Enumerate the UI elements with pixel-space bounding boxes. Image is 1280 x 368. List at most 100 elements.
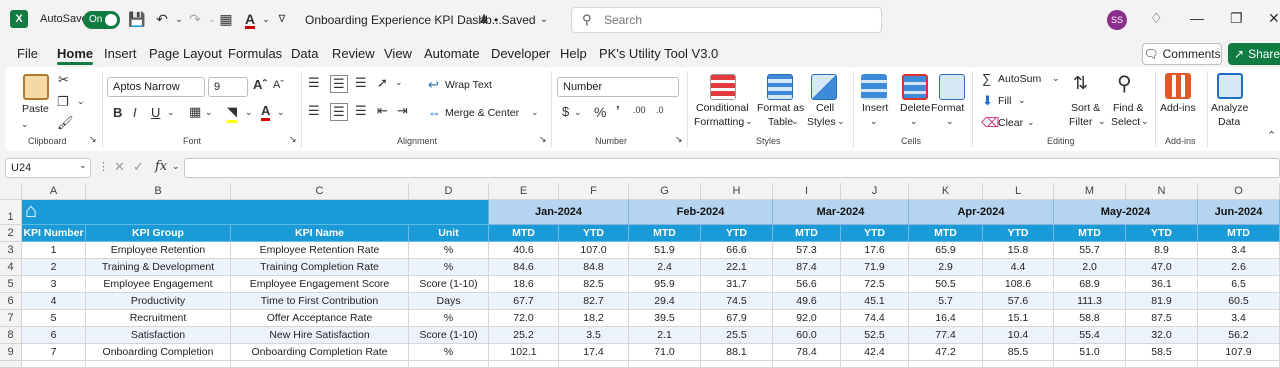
cell-mtd-value[interactable]: 57.3 bbox=[773, 242, 841, 259]
cell-ytd-value[interactable]: 57.6 bbox=[983, 293, 1054, 310]
tab-data[interactable]: Data bbox=[291, 46, 318, 61]
sort-filter-label-2[interactable]: Filter bbox=[1069, 116, 1092, 128]
clipboard-launcher-icon[interactable]: ↘ bbox=[89, 134, 97, 145]
sort-filter-dropdown-icon[interactable]: ⌄ bbox=[1098, 116, 1106, 127]
empty-cell[interactable] bbox=[701, 361, 773, 368]
cell-mtd-value[interactable]: 72.0 bbox=[489, 310, 559, 327]
orientation-dropdown-icon[interactable]: ⌄ bbox=[395, 77, 403, 88]
insert-function-icon[interactable]: fx bbox=[155, 159, 167, 174]
analyze-data-icon[interactable] bbox=[1217, 73, 1243, 99]
cell-mtd-value[interactable]: 71.0 bbox=[629, 344, 701, 361]
cell-mtd-value[interactable]: 2.1 bbox=[629, 327, 701, 344]
saved-dropdown-icon[interactable]: ⌄ bbox=[534, 9, 554, 29]
cell-unit[interactable]: Days bbox=[409, 293, 489, 310]
cell-ytd-value[interactable]: 22.1 bbox=[701, 259, 773, 276]
fill-color-dropdown-icon[interactable]: ⌄ bbox=[245, 107, 253, 118]
paste-label[interactable]: Paste bbox=[22, 103, 49, 115]
cell-ytd-value[interactable]: 25.5 bbox=[701, 327, 773, 344]
number-format-dropdown[interactable]: Number bbox=[557, 77, 679, 97]
cell-kpi-name[interactable]: Employee Engagement Score bbox=[231, 276, 409, 293]
font-name-dropdown[interactable]: Aptos Narrow bbox=[107, 77, 205, 97]
cell-ytd-value[interactable]: 17.4 bbox=[559, 344, 629, 361]
underline-dropdown-icon[interactable]: ⌄ bbox=[167, 107, 175, 118]
cell-mtd-value[interactable]: 49.6 bbox=[773, 293, 841, 310]
autosave-toggle[interactable]: On bbox=[83, 11, 120, 29]
format-as-table-label-1[interactable]: Format as bbox=[757, 102, 804, 114]
currency-dropdown-icon[interactable]: ⌄ bbox=[574, 107, 582, 118]
cell-kpi-number[interactable]: 3 bbox=[22, 276, 86, 293]
italic-icon[interactable]: I bbox=[133, 105, 137, 120]
minimize-icon[interactable]: — bbox=[1190, 10, 1204, 26]
cell-ytd-value[interactable]: 47.0 bbox=[1126, 259, 1198, 276]
cell-mtd-value[interactable]: 60.5 bbox=[1198, 293, 1280, 310]
tab-view[interactable]: View bbox=[384, 46, 412, 61]
restore-icon[interactable]: ❐ bbox=[1230, 10, 1243, 27]
wrap-text-icon[interactable]: ↩ bbox=[428, 77, 439, 93]
clear-label[interactable]: Clear bbox=[998, 117, 1023, 129]
cell-mtd-value[interactable]: 95.9 bbox=[629, 276, 701, 293]
row-header-8[interactable]: 8 bbox=[0, 327, 22, 344]
comments-button[interactable]: 🗨 Comments bbox=[1142, 43, 1222, 65]
cell-ytd-value[interactable]: 32.0 bbox=[1126, 327, 1198, 344]
save-icon[interactable]: 💾 bbox=[127, 9, 147, 29]
tab-page-layout[interactable]: Page Layout bbox=[149, 46, 222, 61]
conditional-formatting-dropdown-icon[interactable]: ⌄ bbox=[745, 116, 753, 127]
cell-mtd-value[interactable]: 39.5 bbox=[629, 310, 701, 327]
row-header-4[interactable]: 4 bbox=[0, 259, 22, 276]
insert-label[interactable]: Insert bbox=[862, 102, 888, 114]
cell-kpi-number[interactable]: 5 bbox=[22, 310, 86, 327]
search-box[interactable]: ⚲ bbox=[571, 7, 882, 33]
delete-cells-icon[interactable] bbox=[902, 74, 928, 100]
row-header-1[interactable]: 1 bbox=[0, 200, 22, 225]
sort-filter-icon[interactable]: ⇅ bbox=[1073, 73, 1088, 94]
cell-ytd-value[interactable]: 107.0 bbox=[559, 242, 629, 259]
cell-ytd-value[interactable]: 31.7 bbox=[701, 276, 773, 293]
empty-cell[interactable] bbox=[909, 361, 983, 368]
cell-kpi-group[interactable]: Employee Retention bbox=[86, 242, 231, 259]
row-header-7[interactable]: 7 bbox=[0, 310, 22, 327]
cell-mtd-value[interactable]: 3.4 bbox=[1198, 242, 1280, 259]
cell-kpi-name[interactable]: Employee Retention Rate bbox=[231, 242, 409, 259]
cell-mtd-value[interactable]: 2.4 bbox=[629, 259, 701, 276]
sort-filter-label-1[interactable]: Sort & bbox=[1071, 102, 1100, 114]
font-launcher-icon[interactable]: ↘ bbox=[289, 134, 297, 145]
tab-file[interactable]: File bbox=[17, 46, 38, 61]
copy-dropdown-icon[interactable]: ⌄ bbox=[77, 96, 85, 107]
row-header-6[interactable]: 6 bbox=[0, 293, 22, 310]
column-header-g[interactable]: G bbox=[629, 183, 701, 200]
cell-ytd-value[interactable]: 71.9 bbox=[841, 259, 909, 276]
tab-automate[interactable]: Automate bbox=[424, 46, 480, 61]
cell-kpi-group[interactable]: Productivity bbox=[86, 293, 231, 310]
cell-mtd-value[interactable]: 6.5 bbox=[1198, 276, 1280, 293]
row-header-9[interactable]: 9 bbox=[0, 344, 22, 361]
cell-kpi-group[interactable]: Satisfaction bbox=[86, 327, 231, 344]
row-header-5[interactable]: 5 bbox=[0, 276, 22, 293]
cell-ytd-value[interactable]: 52.5 bbox=[841, 327, 909, 344]
cell-mtd-value[interactable]: 102.1 bbox=[489, 344, 559, 361]
currency-icon[interactable]: $ bbox=[562, 104, 569, 119]
cell-kpi-name[interactable]: Time to First Contribution bbox=[231, 293, 409, 310]
cell-styles-label-2[interactable]: Styles bbox=[807, 116, 836, 128]
conditional-formatting-icon[interactable] bbox=[710, 74, 736, 100]
column-header-a[interactable]: A bbox=[22, 183, 86, 200]
increase-font-icon[interactable]: Aˆ bbox=[253, 77, 267, 92]
orientation-icon[interactable]: ➚ bbox=[377, 75, 388, 91]
align-middle-icon[interactable]: ☰ bbox=[330, 75, 348, 93]
empty-cell[interactable] bbox=[86, 361, 231, 368]
column-header-f[interactable]: F bbox=[559, 183, 629, 200]
cell-kpi-group[interactable]: Employee Engagement bbox=[86, 276, 231, 293]
borders-icon[interactable]: ▦ bbox=[216, 9, 236, 29]
find-select-dropdown-icon[interactable]: ⌄ bbox=[1141, 116, 1149, 127]
add-ins-label[interactable]: Add-ins bbox=[1160, 102, 1196, 114]
tab-formulas[interactable]: Formulas bbox=[228, 46, 282, 61]
cell-kpi-group[interactable]: Training & Development bbox=[86, 259, 231, 276]
row-header-3[interactable]: 3 bbox=[0, 242, 22, 259]
cell-mtd-value[interactable]: 55.4 bbox=[1054, 327, 1126, 344]
tab-insert[interactable]: Insert bbox=[104, 46, 137, 61]
cell-mtd-value[interactable]: 2.9 bbox=[909, 259, 983, 276]
increase-indent-icon[interactable]: ⇥ bbox=[397, 103, 408, 119]
cell-kpi-name[interactable]: Onboarding Completion Rate bbox=[231, 344, 409, 361]
cell-mtd-value[interactable]: 111.3 bbox=[1054, 293, 1126, 310]
cell-ytd-value[interactable]: 72.5 bbox=[841, 276, 909, 293]
cell-mtd-value[interactable]: 51.9 bbox=[629, 242, 701, 259]
